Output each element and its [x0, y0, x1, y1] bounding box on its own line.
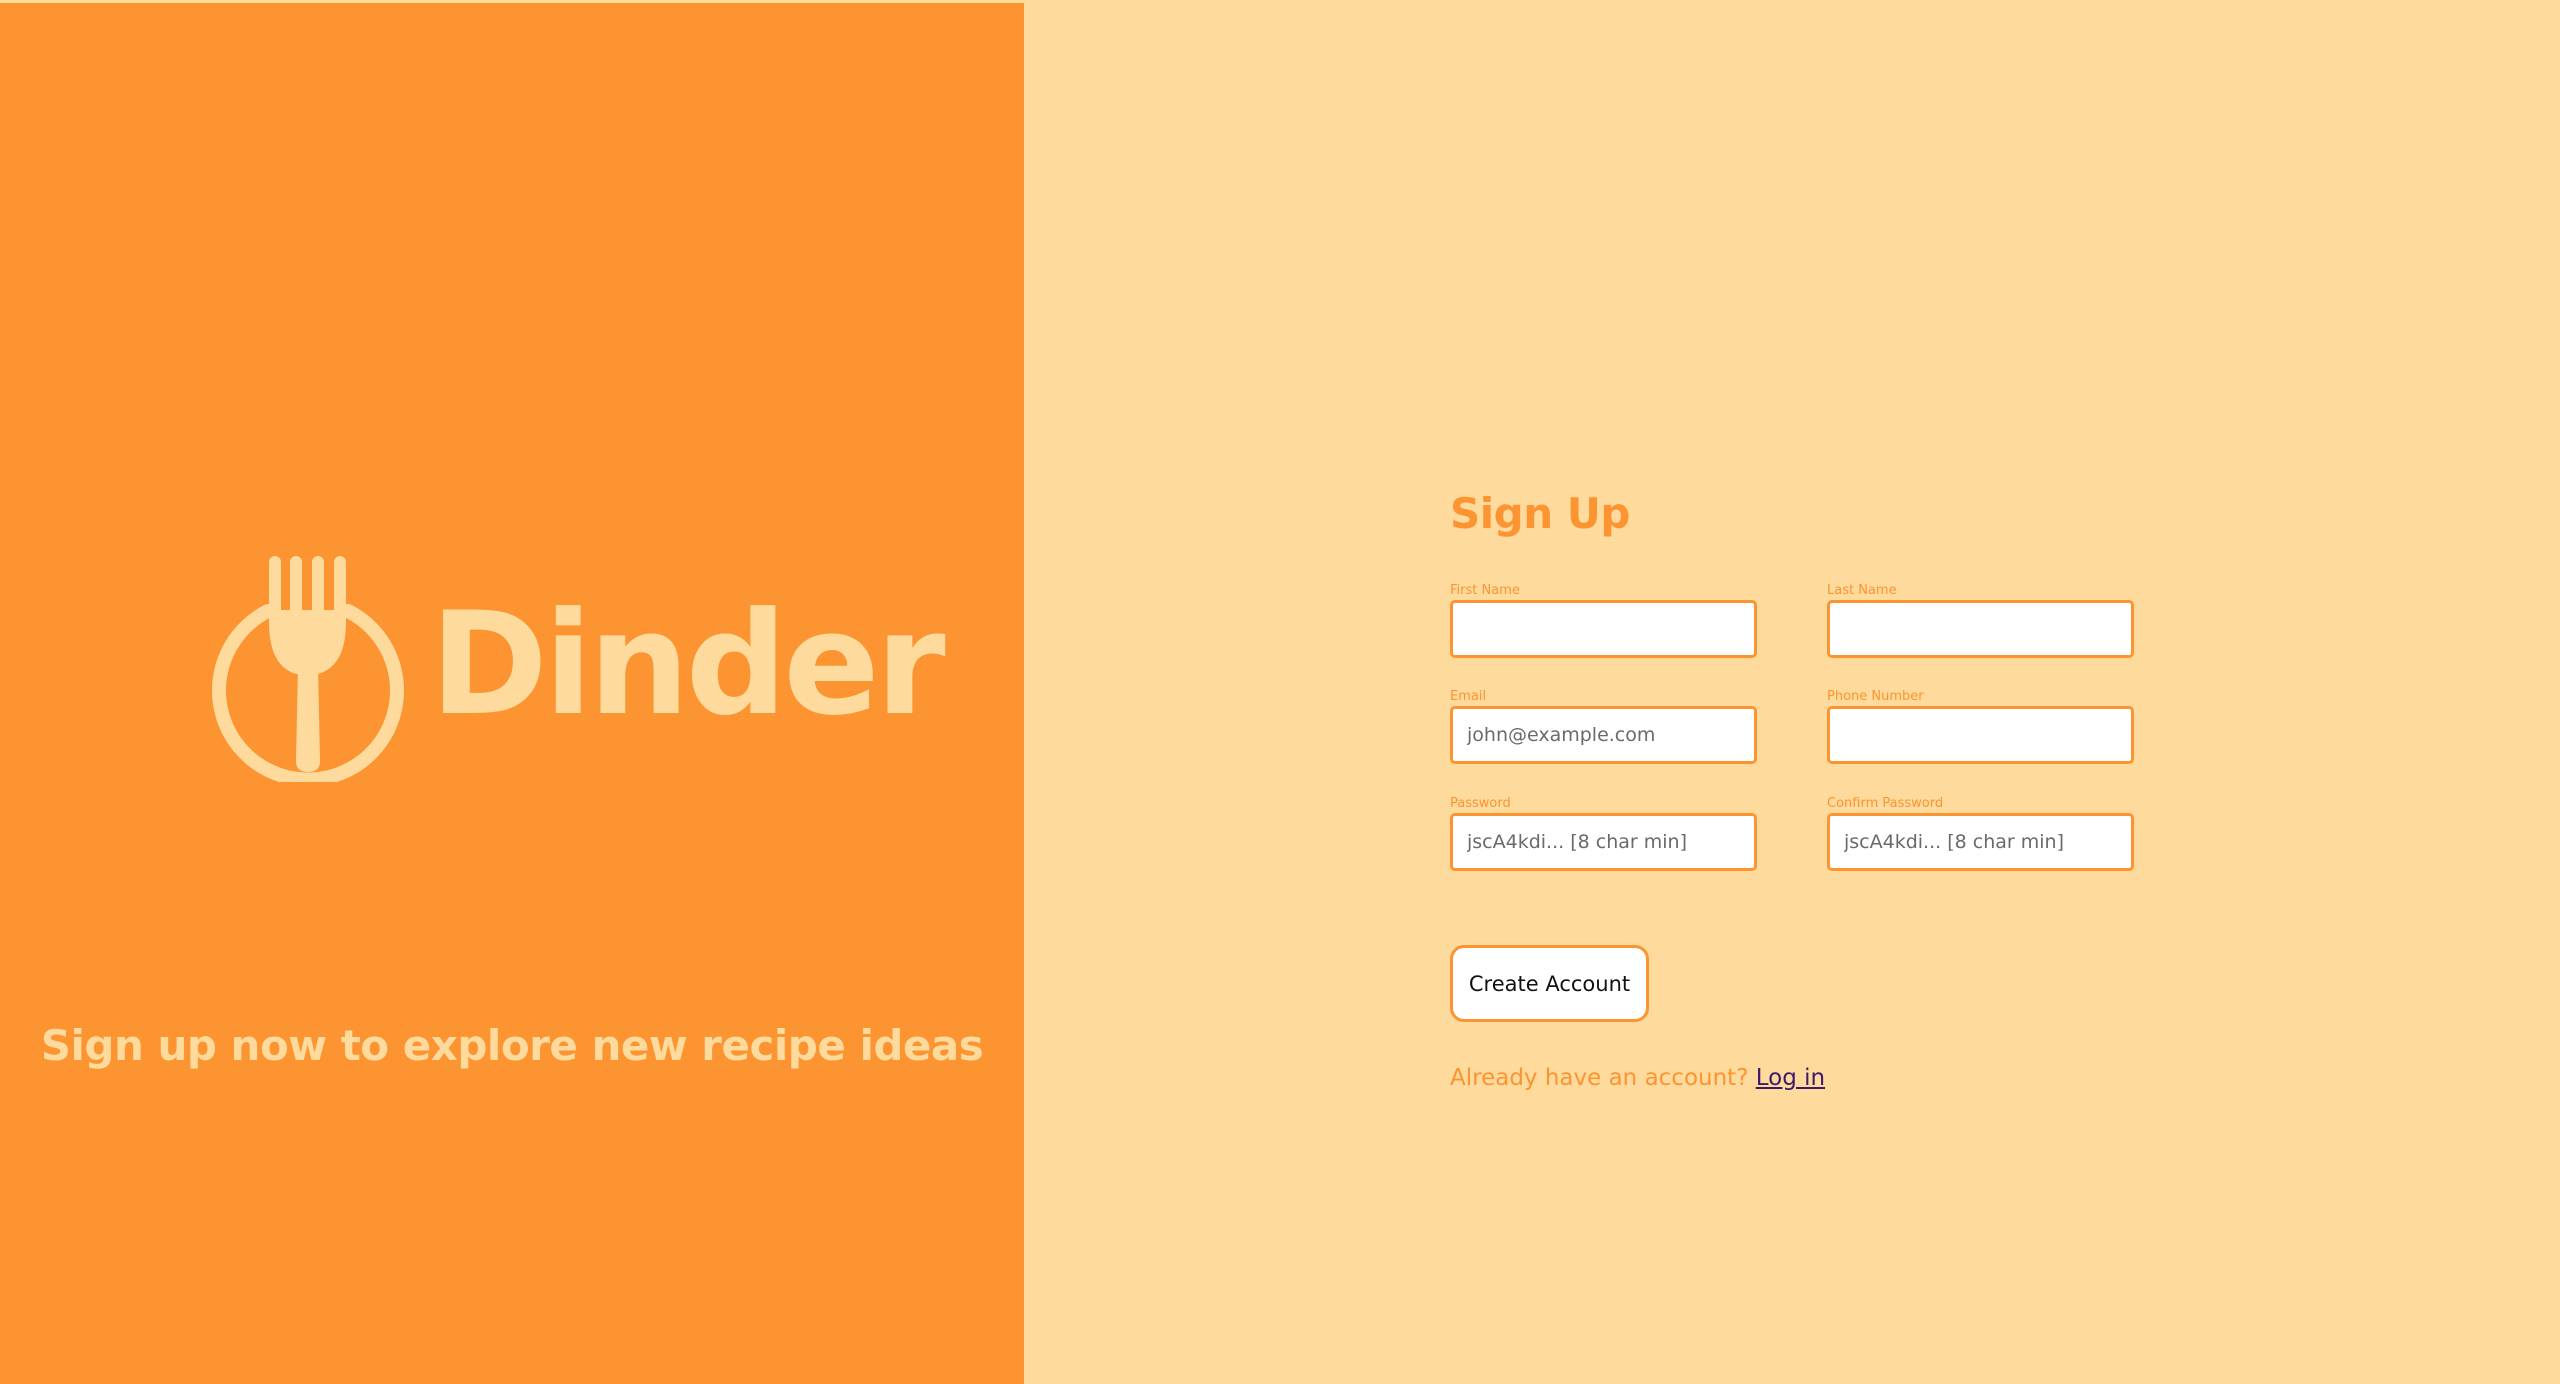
confirm-password-field-group: Confirm Password — [1827, 796, 2134, 871]
phone-label: Phone Number — [1827, 689, 1924, 704]
brand-wordmark: Dinder — [430, 582, 946, 747]
email-field-group: Email — [1450, 689, 1757, 764]
password-label: Password — [1450, 796, 1511, 811]
email-label: Email — [1450, 689, 1487, 704]
confirm-password-label: Confirm Password — [1827, 796, 1944, 811]
last-name-input[interactable] — [1827, 600, 2134, 658]
phone-field-group: Phone Number — [1827, 689, 2134, 764]
last-name-label: Last Name — [1827, 583, 1897, 598]
dinder-logo: Dinder — [206, 556, 946, 782]
create-account-button[interactable]: Create Account — [1450, 945, 1649, 1022]
fork-in-circle-icon — [212, 556, 404, 782]
login-prompt-text: Already have an account? — [1450, 1065, 1749, 1091]
last-name-field-group: Last Name — [1827, 583, 2134, 658]
first-name-label: First Name — [1450, 583, 1520, 598]
login-prompt: Already have an account? Log in — [1450, 1065, 1825, 1091]
phone-input[interactable] — [1827, 706, 2134, 764]
first-name-input[interactable] — [1450, 600, 1757, 658]
confirm-password-input[interactable] — [1827, 813, 2134, 871]
password-input[interactable] — [1450, 813, 1757, 871]
brand-panel: Dinder Sign up now to explore new recipe… — [0, 3, 1024, 1384]
brand-tagline: Sign up now to explore new recipe ideas — [40, 1021, 984, 1070]
login-link[interactable]: Log in — [1756, 1065, 1825, 1091]
signup-page: Dinder Sign up now to explore new recipe… — [0, 0, 2560, 1384]
first-name-field-group: First Name — [1450, 583, 1757, 658]
email-input[interactable] — [1450, 706, 1757, 764]
password-field-group: Password — [1450, 796, 1757, 871]
page-title: Sign Up — [1450, 489, 1630, 538]
